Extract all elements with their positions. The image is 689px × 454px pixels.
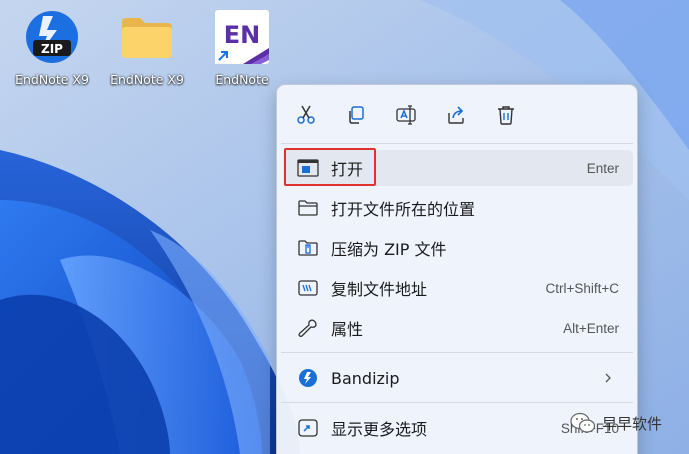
wrench-icon [298, 319, 317, 337]
wechat-icon [570, 412, 596, 433]
chevron-right-icon [605, 373, 611, 383]
svg-text:ZIP: ZIP [41, 42, 63, 56]
delete-button[interactable] [490, 99, 522, 131]
annotation-highlight-box [284, 148, 376, 186]
menu-item-label: 打开文件所在的位置 [331, 200, 476, 219]
folder-outline-icon [298, 200, 318, 216]
menu-item-shortcut: Alt+Enter [563, 320, 619, 336]
watermark-text: 早早软件 [602, 414, 663, 433]
share-button[interactable] [440, 99, 472, 131]
context-menu: 打开 Enter 打开文件所在的位置 压缩为 ZIP 文件 复制文件地址 Ctr… [276, 84, 638, 454]
endnote-glyph-text: EN [224, 21, 260, 49]
menu-separator [281, 402, 633, 403]
menu-item-bandizip[interactable]: Bandizip [283, 360, 633, 396]
copy-path-icon [298, 280, 318, 296]
endnote-app-icon: EN [213, 8, 271, 66]
rename-icon [396, 105, 416, 125]
menu-item-copy-path[interactable]: 复制文件地址 Ctrl+Shift+C [283, 270, 633, 306]
rename-button[interactable] [390, 99, 422, 131]
copy-button[interactable] [340, 99, 372, 131]
desktop-icon-zip[interactable]: ZIP EndNote X9 [6, 8, 98, 92]
menu-item-properties[interactable]: 属性 Alt+Enter [283, 310, 633, 346]
menu-item-label: 压缩为 ZIP 文件 [331, 240, 447, 259]
menu-item-open-location[interactable]: 打开文件所在的位置 [283, 190, 633, 226]
copy-icon [349, 106, 364, 124]
desktop-icon-label: EndNote X9 [15, 72, 89, 87]
share-icon [448, 106, 464, 124]
more-options-icon [298, 419, 318, 437]
menu-item-label: 显示更多选项 [331, 420, 428, 439]
menu-separator [281, 352, 633, 353]
bandizip-icon [299, 369, 317, 387]
watermark: 早早软件 [570, 412, 662, 434]
menu-item-label: 属性 [331, 320, 364, 339]
menu-item-shortcut: Ctrl+Shift+C [545, 280, 619, 296]
desktop-icon-endnote[interactable]: EN EndNote [196, 8, 288, 92]
menu-item-label: 复制文件地址 [331, 280, 428, 299]
cut-button[interactable] [290, 99, 322, 131]
zip-archive-icon: ZIP [23, 8, 81, 66]
scissors-icon [297, 105, 315, 124]
zip-folder-icon [298, 240, 318, 256]
menu-toolbar [277, 85, 637, 143]
menu-item-shortcut: Enter [586, 160, 619, 176]
trash-icon [498, 106, 514, 125]
desktop-icon-label: EndNote X9 [110, 72, 184, 87]
folder-icon [118, 8, 176, 66]
desktop-icon-label: EndNote [215, 72, 269, 87]
menu-item-label: Bandizip [331, 368, 400, 388]
menu-item-compress-zip[interactable]: 压缩为 ZIP 文件 [283, 230, 633, 266]
menu-separator [281, 143, 633, 144]
desktop-icon-folder[interactable]: EndNote X9 [101, 8, 193, 92]
